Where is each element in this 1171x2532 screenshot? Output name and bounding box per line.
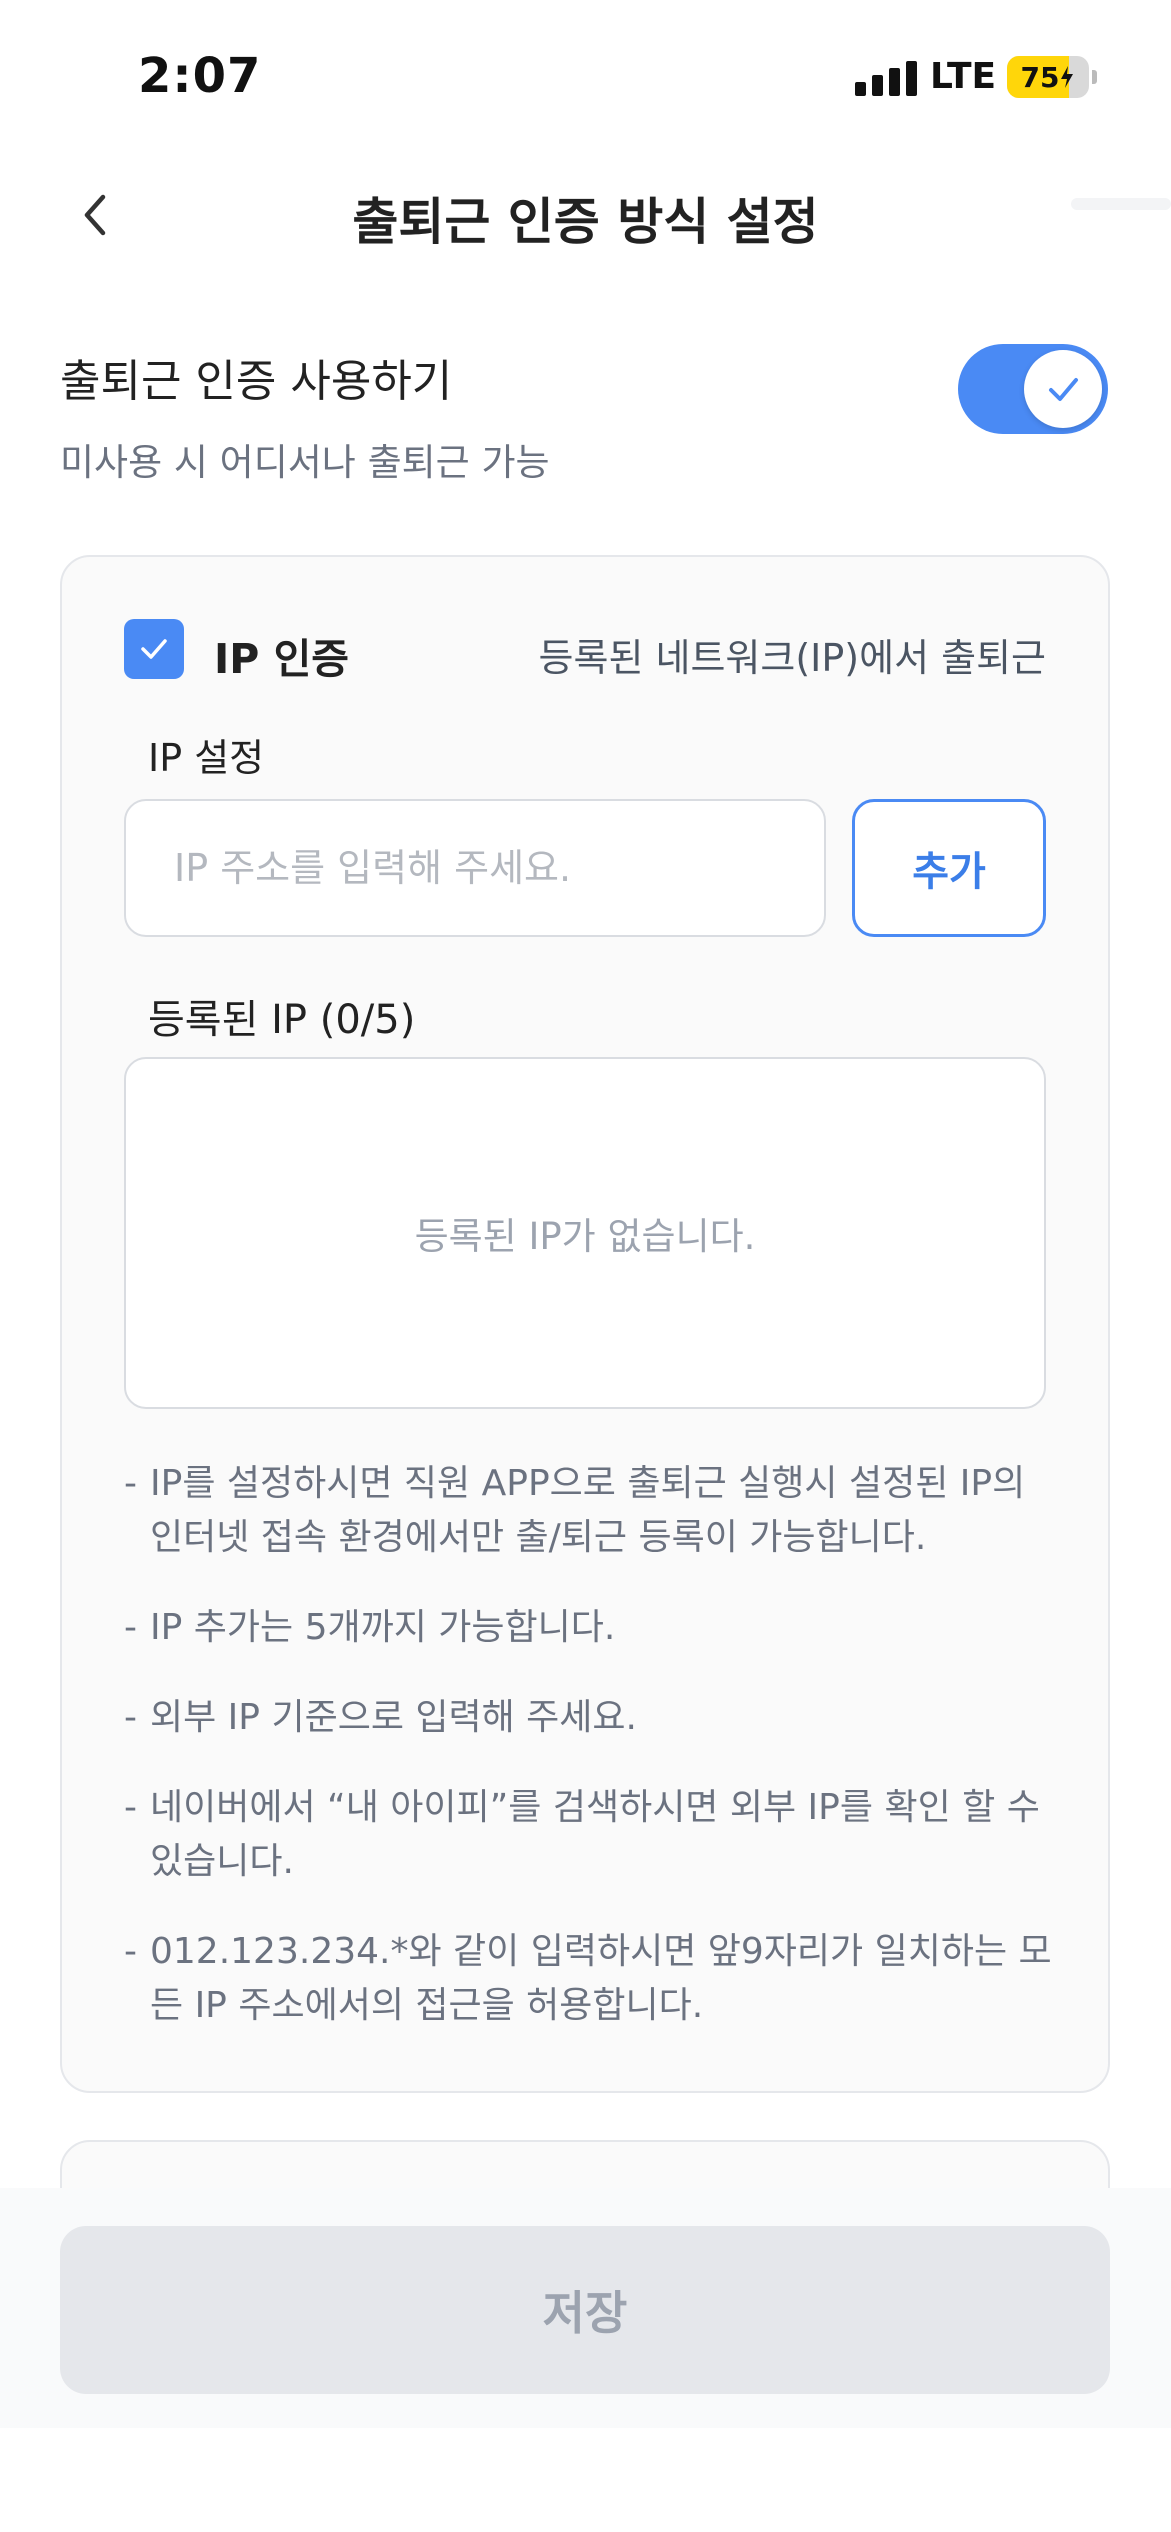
charging-bolt-icon bbox=[1061, 66, 1074, 88]
cellular-signal-icon bbox=[855, 60, 917, 96]
ip-setting-label: IP 설정 bbox=[148, 736, 265, 780]
auth-toggle-switch[interactable] bbox=[958, 344, 1108, 434]
note-item: - 012.123.234.*와 같이 입력하시면 앞9자리가 일치하는 모든 … bbox=[124, 1925, 1059, 2033]
add-ip-button[interactable]: 추가 bbox=[852, 799, 1046, 937]
page-title: 출퇴근 인증 방식 설정 bbox=[352, 193, 819, 251]
ip-auth-label: IP 인증 bbox=[214, 635, 350, 683]
note-text: IP 추가는 5개까지 가능합니다. bbox=[150, 1607, 616, 1648]
note-text: 외부 IP 기준으로 입력해 주세요. bbox=[150, 1697, 637, 1738]
toggle-knob bbox=[1024, 350, 1102, 428]
status-time: 2:07 bbox=[138, 48, 262, 104]
note-item: - IP 추가는 5개까지 가능합니다. bbox=[124, 1601, 1059, 1655]
auth-toggle-subtitle: 미사용 시 어디서나 출퇴근 가능 bbox=[60, 441, 550, 484]
ip-auth-description: 등록된 네트워크(IP)에서 출퇴근 bbox=[538, 636, 1046, 680]
note-item: - 외부 IP 기준으로 입력해 주세요. bbox=[124, 1691, 1059, 1745]
note-bullet: - bbox=[124, 1697, 137, 1738]
status-bar: 2:07 LTE 75 bbox=[0, 0, 1171, 150]
empty-ip-message: 등록된 IP가 없습니다. bbox=[414, 1215, 756, 1258]
note-text: IP를 설정하시면 직원 APP으로 출퇴근 실행시 설정된 IP의 인터넷 접… bbox=[150, 1463, 1026, 1558]
check-icon bbox=[1049, 378, 1078, 401]
note-text: 네이버에서 “내 아이피”를 검색하시면 외부 IP를 확인 할 수 있습니다. bbox=[150, 1787, 1040, 1882]
ip-auth-card: IP 인증 등록된 네트워크(IP)에서 출퇴근 IP 설정 추가 등록된 IP… bbox=[60, 555, 1110, 2093]
note-text: 012.123.234.*와 같이 입력하시면 앞9자리가 일치하는 모든 IP… bbox=[150, 1931, 1052, 2026]
note-bullet: - bbox=[124, 1787, 137, 1828]
check-icon bbox=[141, 639, 167, 659]
note-item: - 네이버에서 “내 아이피”를 검색하시면 외부 IP를 확인 할 수 있습니… bbox=[124, 1781, 1059, 1889]
note-bullet: - bbox=[124, 1463, 137, 1504]
header-placeholder bbox=[1071, 198, 1171, 210]
screen: 2:07 LTE 75 출퇴근 인증 방식 설정 출퇴근 인증 사용하기 미사용… bbox=[0, 0, 1171, 2532]
registered-ip-label: 등록된 IP (0/5) bbox=[148, 997, 416, 1043]
note-bullet: - bbox=[124, 1931, 137, 1972]
note-bullet: - bbox=[124, 1607, 137, 1648]
battery-level: 75 bbox=[1020, 60, 1060, 94]
ip-auth-checkbox[interactable] bbox=[124, 619, 184, 679]
bottom-bar: 저장 bbox=[0, 2188, 1171, 2428]
battery-icon: 75 bbox=[1007, 56, 1089, 98]
auth-toggle-title: 출퇴근 인증 사용하기 bbox=[60, 356, 453, 407]
note-item: - IP를 설정하시면 직원 APP으로 출퇴근 실행시 설정된 IP의 인터넷… bbox=[124, 1457, 1059, 1565]
registered-ip-list: 등록된 IP가 없습니다. bbox=[124, 1057, 1046, 1409]
ip-address-input[interactable] bbox=[124, 799, 826, 937]
save-button[interactable]: 저장 bbox=[60, 2226, 1110, 2394]
battery-cap bbox=[1092, 70, 1097, 84]
header: 출퇴근 인증 방식 설정 bbox=[0, 160, 1171, 270]
network-type: LTE bbox=[930, 56, 997, 97]
ip-notes: - IP를 설정하시면 직원 APP으로 출퇴근 실행시 설정된 IP의 인터넷… bbox=[124, 1457, 1059, 2069]
